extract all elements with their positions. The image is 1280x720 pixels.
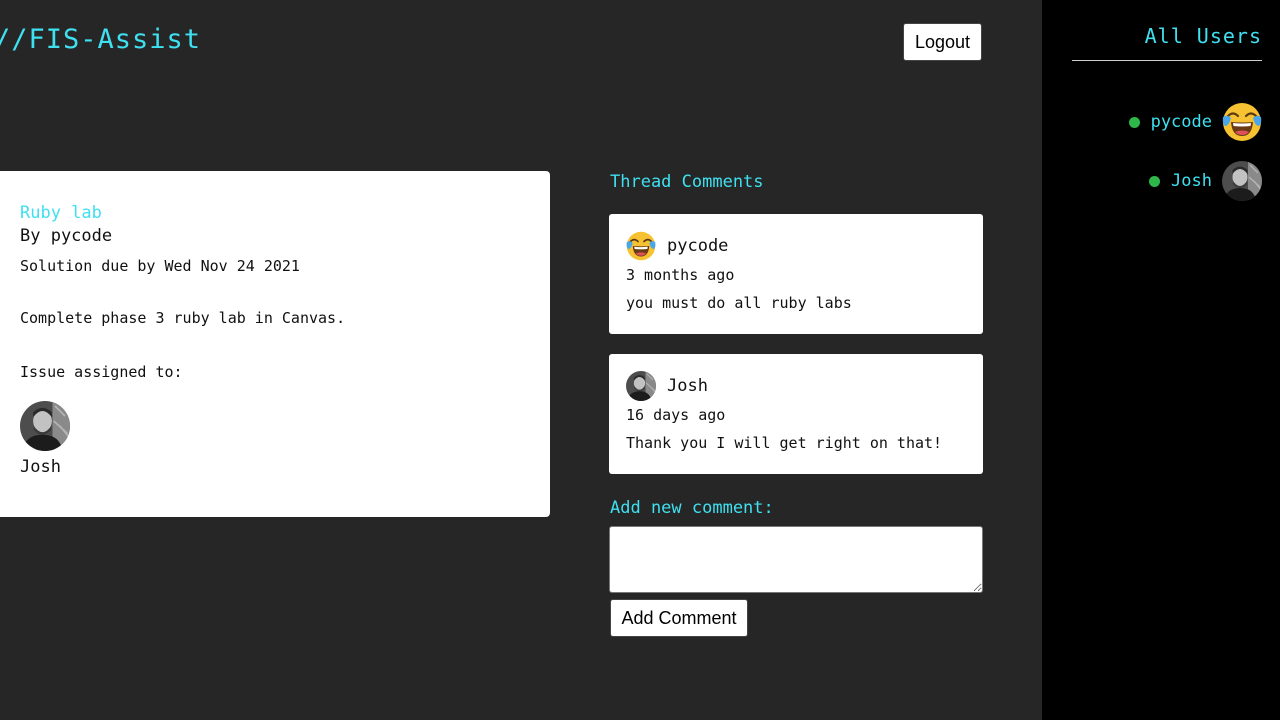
comment-author: pycode	[667, 236, 729, 256]
user-list-item[interactable]: Josh	[1149, 161, 1262, 201]
issue-author: By pycode	[20, 226, 113, 246]
comment-card: Josh 16 days ago Thank you I will get ri…	[609, 354, 983, 474]
issue-card: Ruby lab By pycode Solution due by Wed N…	[0, 171, 550, 517]
comment-avatar	[626, 231, 656, 261]
issue-title[interactable]: Ruby lab	[20, 201, 550, 225]
app-brand[interactable]: //FIS-Assist	[0, 24, 201, 55]
assignee-name: Josh	[20, 457, 61, 477]
logout-button[interactable]: Logout	[903, 23, 982, 61]
sidebar-title: All Users	[1144, 24, 1262, 48]
user-avatar	[1222, 102, 1262, 142]
main-panel: //FIS-Assist Logout Ruby lab By pycode S…	[0, 0, 1042, 720]
comment-body: Thank you I will get right on that!	[626, 434, 943, 452]
user-avatar	[1222, 161, 1262, 201]
user-list-item[interactable]: pycode	[1128, 102, 1262, 142]
comment-body: you must do all ruby labs	[626, 294, 852, 312]
tears-of-joy-emoji-icon	[1222, 102, 1262, 142]
comment-timestamp: 3 months ago	[626, 266, 735, 284]
issue-due-date: Solution due by Wed Nov 24 2021	[20, 257, 300, 275]
add-comment-button[interactable]: Add Comment	[610, 599, 748, 637]
issue-assigned-label: Issue assigned to:	[20, 363, 183, 381]
comment-author: Josh	[667, 376, 708, 396]
online-status-dot	[1128, 116, 1140, 128]
comment-card: pycode 3 months ago you must do all ruby…	[609, 214, 983, 334]
sidebar-divider	[1072, 60, 1262, 61]
user-name: pycode	[1150, 112, 1212, 132]
new-comment-label: Add new comment:	[610, 498, 774, 518]
users-sidebar: All Users pycode Josh	[1042, 0, 1280, 720]
user-name: Josh	[1171, 171, 1212, 191]
comment-timestamp: 16 days ago	[626, 406, 726, 424]
tears-of-joy-emoji-icon	[626, 231, 656, 261]
comment-avatar	[626, 371, 656, 401]
issue-description: Complete phase 3 ruby lab in Canvas.	[20, 309, 346, 327]
assignee-avatar[interactable]	[20, 401, 70, 451]
thread-comments-heading: Thread Comments	[610, 172, 764, 192]
online-status-dot	[1149, 175, 1161, 187]
new-comment-textarea[interactable]	[609, 526, 983, 593]
